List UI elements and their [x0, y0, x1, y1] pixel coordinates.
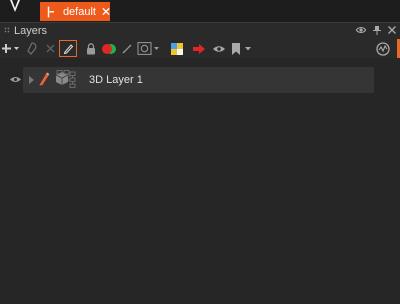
layers-list: 3D Layer 1	[0, 58, 400, 304]
expand-arrow-icon[interactable]	[29, 76, 34, 84]
layer-row[interactable]: 3D Layer 1	[23, 67, 374, 93]
palette-icon	[171, 42, 183, 55]
delete-icon	[45, 44, 55, 53]
visibility-icon	[213, 45, 225, 52]
pin-icon[interactable]	[373, 26, 381, 35]
eye-icon[interactable]	[356, 26, 366, 34]
bookmark-menu-icon	[232, 42, 251, 55]
panel-title: Layers	[14, 25, 48, 37]
visibility-button[interactable]	[212, 40, 226, 57]
add-menu-icon	[2, 43, 19, 53]
color-tag-button[interactable]	[100, 40, 118, 57]
color-tag-icon	[102, 43, 116, 54]
frame-menu-icon	[137, 42, 159, 55]
document-tab-label: default	[62, 5, 96, 18]
arrow-icon	[193, 43, 205, 54]
document-tab[interactable]: default	[40, 2, 110, 21]
close-icon[interactable]	[102, 7, 110, 16]
lock-icon	[87, 42, 95, 54]
bookmark-menu-button[interactable]	[230, 40, 254, 57]
layers-panel-header: Layers	[0, 22, 400, 39]
add-menu-button[interactable]	[2, 40, 20, 57]
settings-gauge-icon	[376, 41, 390, 56]
duplicate-button[interactable]	[24, 40, 40, 57]
close-icon[interactable]	[388, 26, 396, 34]
delete-button[interactable]	[43, 40, 57, 57]
palette-button[interactable]	[170, 40, 184, 57]
settings-gauge-button[interactable]	[374, 40, 392, 57]
pencil-tool-button[interactable]	[59, 40, 77, 57]
layers-toolbar	[0, 39, 400, 58]
layer-pencil-icon[interactable]	[38, 72, 50, 86]
lock-button[interactable]	[84, 40, 98, 57]
layer-name: 3D Layer 1	[89, 74, 143, 86]
top-bar: default	[0, 0, 400, 22]
grip-icon[interactable]	[4, 27, 10, 35]
line-button[interactable]	[120, 40, 134, 57]
layer-visibility-icon[interactable]	[10, 76, 21, 83]
app-logo-icon	[10, 0, 20, 12]
pencil-icon	[63, 44, 73, 54]
3d-layer-icon	[55, 70, 76, 88]
frame-menu-button[interactable]	[136, 40, 162, 57]
line-icon	[122, 44, 132, 53]
duplicate-icon	[27, 42, 37, 55]
arrow-button[interactable]	[192, 40, 206, 57]
document-icon	[47, 6, 55, 17]
